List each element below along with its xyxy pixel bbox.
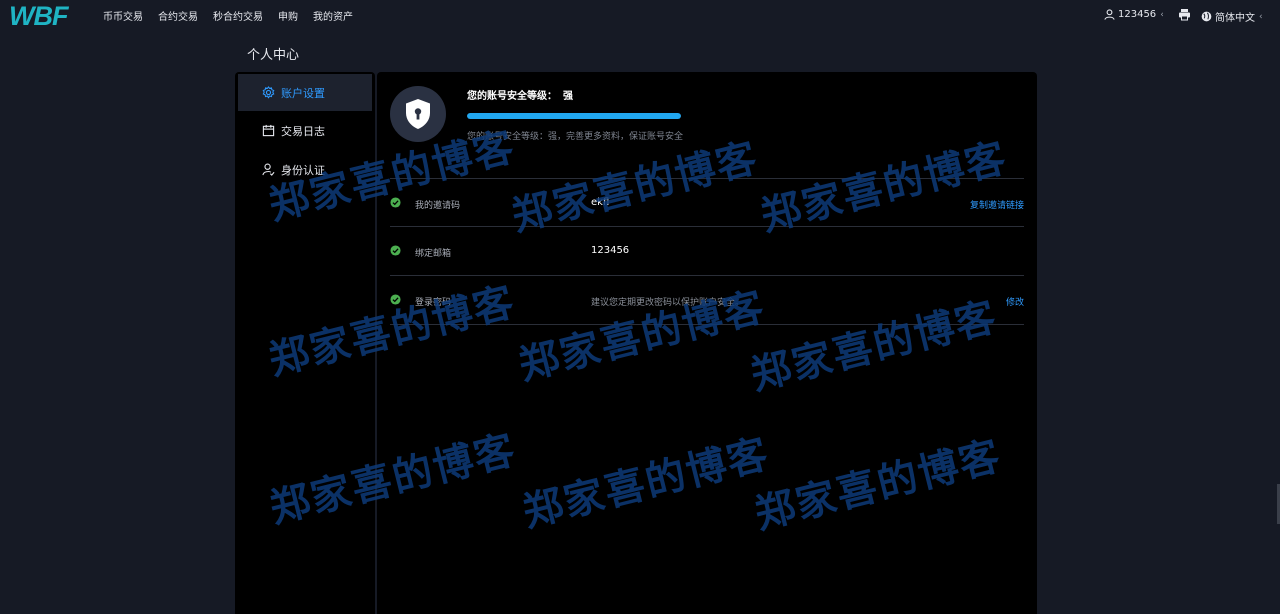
sidebar-item-trade-log[interactable]: 交易日志	[238, 112, 372, 149]
nav-my-assets[interactable]: 我的资产	[313, 8, 353, 23]
sidebar-item-account-settings[interactable]: 账户设置	[238, 74, 372, 111]
sidebar-item-identity-verification[interactable]: 身份认证	[238, 151, 372, 188]
check-circle-icon	[390, 245, 401, 256]
row-invite-code: 我的邀请码 ekfl 复制邀请链接	[390, 178, 1024, 226]
chevron-left-icon: ‹	[1160, 9, 1164, 20]
row-label: 绑定邮箱	[415, 249, 452, 259]
security-tip: 您的账号安全等级：强，完善更多资料，保证账号安全	[467, 132, 684, 142]
invite-code-value: ekfl	[591, 197, 610, 208]
check-circle-icon	[390, 294, 401, 305]
svg-text:WBF: WBF	[9, 3, 70, 28]
email-value: 123456	[591, 245, 630, 256]
row-label: 我的邀请码	[415, 201, 461, 211]
account-settings-panel: 您的账号安全等级： 强 您的账号安全等级：强，完善更多资料，保证账号安全 我的邀请…	[377, 72, 1037, 614]
shield-lock-icon	[406, 99, 430, 129]
security-progress-bar	[467, 113, 681, 119]
password-hint: 建议您定期更改密码以保护账户安全。	[591, 298, 745, 308]
row-bound-email: 绑定邮箱 123456	[390, 226, 1024, 274]
sidebar-item-label: 身份认证	[281, 163, 325, 177]
language-label: 简体中文	[1215, 13, 1255, 24]
security-progress-fill	[467, 113, 681, 119]
sidebar-item-label: 账户设置	[281, 86, 325, 100]
wbf-logo[interactable]: WBF	[9, 3, 89, 28]
row-login-password: 登录密码 建议您定期更改密码以保护账户安全。 修改	[390, 275, 1024, 323]
user-menu[interactable]: 123456 ‹	[1104, 9, 1164, 20]
nav-contract-trade[interactable]: 合约交易	[158, 8, 198, 23]
nav-spot-trade[interactable]: 币币交易	[103, 8, 143, 23]
globe-icon	[1201, 11, 1212, 22]
security-badge	[390, 86, 446, 142]
page-title: 个人中心	[247, 48, 300, 63]
chevron-left-icon: ‹	[1259, 11, 1263, 22]
row-divider	[390, 324, 1024, 325]
row-label: 登录密码	[415, 298, 452, 308]
top-nav-bar: WBF 币币交易 合约交易 秒合约交易 申购 我的资产 123456 ‹ 简体中	[0, 0, 1280, 31]
username-label: 123456	[1118, 9, 1157, 20]
gear-icon	[262, 86, 275, 99]
change-password-button[interactable]: 修改	[1006, 295, 1024, 308]
security-level-value: 强	[563, 91, 573, 102]
sidebar-item-label: 交易日志	[281, 124, 325, 138]
printer-icon[interactable]	[1178, 8, 1191, 21]
security-level: 您的账号安全等级： 强	[467, 87, 573, 102]
user-icon	[1104, 9, 1115, 20]
calendar-icon	[262, 124, 275, 137]
language-selector[interactable]: 简体中文 ‹	[1201, 9, 1263, 24]
main-nav: 币币交易 合约交易 秒合约交易 申购 我的资产	[103, 0, 368, 31]
nav-second-contract[interactable]: 秒合约交易	[213, 8, 263, 23]
security-level-label: 您的账号安全等级：	[467, 91, 557, 102]
user-verify-icon	[262, 163, 275, 176]
nav-subscribe[interactable]: 申购	[278, 8, 298, 23]
check-circle-icon	[390, 197, 401, 208]
copy-invite-link-button[interactable]: 复制邀请链接	[970, 198, 1024, 211]
sidebar: 账户设置 交易日志 身份认证	[235, 72, 375, 614]
